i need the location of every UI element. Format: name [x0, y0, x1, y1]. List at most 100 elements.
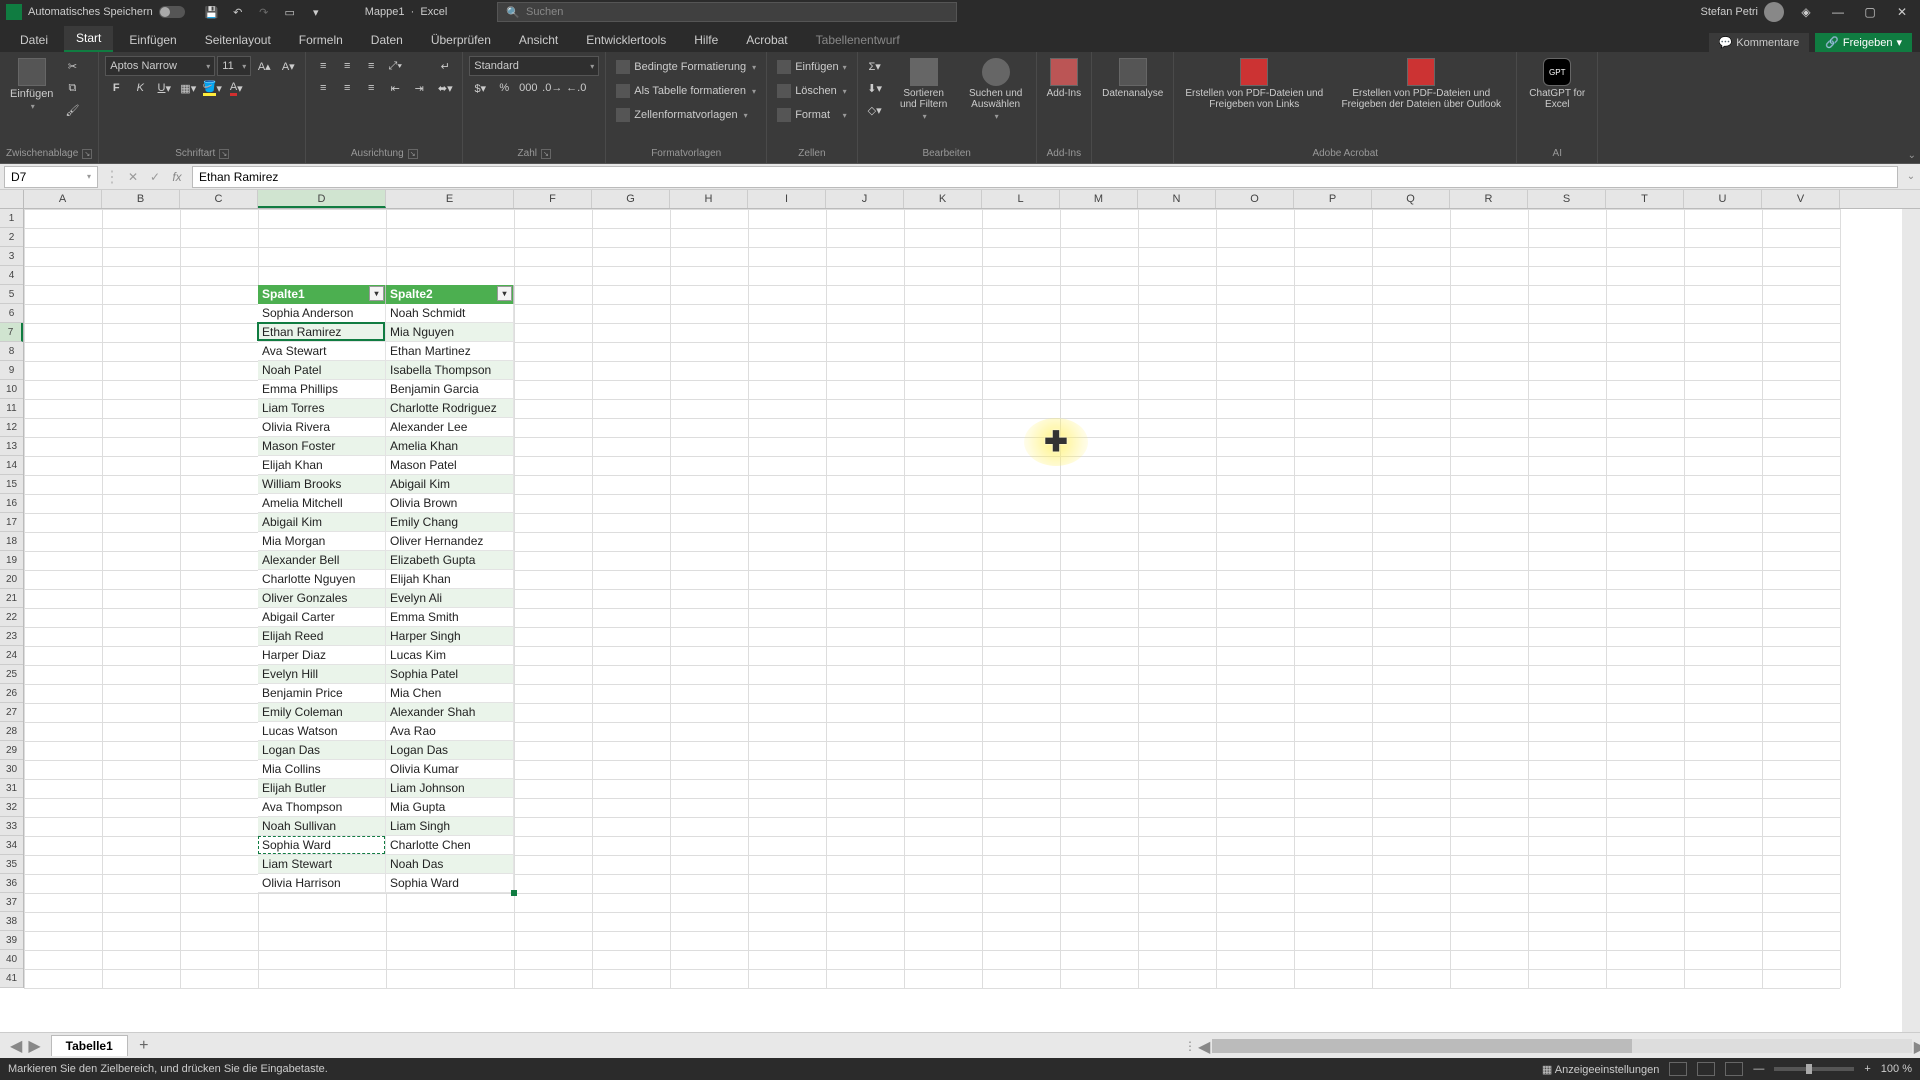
share-button[interactable]: 🔗 Freigeben ▾: [1815, 33, 1912, 52]
row-header[interactable]: 9: [0, 361, 23, 380]
table-cell[interactable]: Abigail Carter: [258, 608, 386, 627]
horizontal-scrollbar[interactable]: ◀ ▶: [1212, 1039, 1912, 1053]
spreadsheet-grid[interactable]: ABCDEFGHIJKLMNOPQRSTUV 12345678910111213…: [0, 190, 1920, 1032]
underline-icon[interactable]: U▾: [153, 78, 175, 98]
scroll-right-icon[interactable]: ▶: [1914, 1037, 1920, 1057]
ribbon-tab-formeln[interactable]: Formeln: [287, 28, 355, 52]
column-header[interactable]: V: [1762, 190, 1840, 208]
increase-decimal-icon[interactable]: .0→: [541, 78, 563, 98]
table-cell[interactable]: Olivia Brown: [386, 494, 514, 513]
vertical-scrollbar[interactable]: [1902, 209, 1920, 1032]
row-header[interactable]: 23: [0, 627, 23, 646]
sort-filter-button[interactable]: Sortieren und Filtern▾: [890, 56, 958, 123]
table-row[interactable]: Elijah KhanMason Patel: [258, 456, 514, 475]
table-row[interactable]: Olivia RiveraAlexander Lee: [258, 418, 514, 437]
format-painter-icon[interactable]: 🖌: [61, 100, 83, 120]
minimize-icon[interactable]: —: [1828, 2, 1848, 22]
column-header[interactable]: B: [102, 190, 180, 208]
column-header[interactable]: L: [982, 190, 1060, 208]
table-cell[interactable]: Evelyn Hill: [258, 665, 386, 684]
row-header[interactable]: 22: [0, 608, 23, 627]
table-cell[interactable]: Alexander Bell: [258, 551, 386, 570]
addins-button[interactable]: Add-Ins: [1043, 56, 1085, 101]
row-header[interactable]: 40: [0, 950, 23, 969]
table-row[interactable]: Mason FosterAmelia Khan: [258, 437, 514, 456]
row-header[interactable]: 33: [0, 817, 23, 836]
row-header[interactable]: 31: [0, 779, 23, 798]
filter-dropdown-icon[interactable]: ▾: [369, 286, 384, 301]
find-select-button[interactable]: Suchen und Auswählen▾: [962, 56, 1030, 123]
column-header[interactable]: O: [1216, 190, 1294, 208]
number-format-combo[interactable]: Standard▾: [469, 56, 599, 76]
autosum-icon[interactable]: Σ▾: [864, 56, 886, 76]
merge-center-icon[interactable]: ⬌▾: [434, 78, 456, 98]
font-color-icon[interactable]: A▾: [225, 78, 247, 98]
add-sheet-button[interactable]: +: [134, 1036, 154, 1056]
accounting-icon[interactable]: $▾: [469, 78, 491, 98]
table-cell[interactable]: Mia Chen: [386, 684, 514, 703]
table-row[interactable]: Benjamin PriceMia Chen: [258, 684, 514, 703]
table-cell[interactable]: William Brooks: [258, 475, 386, 494]
row-header[interactable]: 20: [0, 570, 23, 589]
row-header[interactable]: 41: [0, 969, 23, 988]
ribbon-tab-acrobat[interactable]: Acrobat: [734, 28, 799, 52]
table-row[interactable]: Olivia HarrisonSophia Ward: [258, 874, 514, 893]
table-cell[interactable]: Ethan Ramirez: [258, 323, 386, 342]
wrap-text-icon[interactable]: ↵: [434, 56, 456, 76]
table-cell[interactable]: Sophia Anderson: [258, 304, 386, 323]
ribbon-tab-ansicht[interactable]: Ansicht: [507, 28, 570, 52]
table-row[interactable]: Abigail CarterEmma Smith: [258, 608, 514, 627]
table-row[interactable]: Mia CollinsOlivia Kumar: [258, 760, 514, 779]
align-right-icon[interactable]: ≡: [360, 78, 382, 98]
row-header[interactable]: 11: [0, 399, 23, 418]
column-header[interactable]: T: [1606, 190, 1684, 208]
table-cell[interactable]: Elizabeth Gupta: [386, 551, 514, 570]
column-header[interactable]: H: [670, 190, 748, 208]
table-cell[interactable]: Emily Coleman: [258, 703, 386, 722]
table-cell[interactable]: Mia Gupta: [386, 798, 514, 817]
table-cell[interactable]: Elijah Butler: [258, 779, 386, 798]
row-header[interactable]: 12: [0, 418, 23, 437]
cell-styles-button[interactable]: Zellenformatvorlagen▾: [612, 104, 760, 126]
fill-color-icon[interactable]: 🪣▾: [201, 78, 223, 98]
table-row[interactable]: Emily ColemanAlexander Shah: [258, 703, 514, 722]
table-row[interactable]: Liam StewartNoah Das: [258, 855, 514, 874]
column-header[interactable]: S: [1528, 190, 1606, 208]
table-cell[interactable]: Abigail Kim: [386, 475, 514, 494]
table-cell[interactable]: Mia Collins: [258, 760, 386, 779]
table-cell[interactable]: Isabella Thompson: [386, 361, 514, 380]
percent-icon[interactable]: %: [493, 78, 515, 98]
table-cell[interactable]: Sophia Ward: [386, 874, 514, 893]
table-cell[interactable]: Noah Schmidt: [386, 304, 514, 323]
dialog-launcher-icon[interactable]: ↘: [408, 149, 418, 159]
row-header[interactable]: 35: [0, 855, 23, 874]
font-size-combo[interactable]: 11▾: [217, 56, 251, 76]
table-cell[interactable]: Charlotte Rodriguez: [386, 399, 514, 418]
conditional-formatting-button[interactable]: Bedingte Formatierung▾: [612, 56, 760, 78]
table-cell[interactable]: Charlotte Chen: [386, 836, 514, 855]
table-row[interactable]: Elijah ButlerLiam Johnson: [258, 779, 514, 798]
zoom-slider[interactable]: [1774, 1067, 1854, 1071]
italic-icon[interactable]: K: [129, 78, 151, 98]
row-headers[interactable]: 1234567891011121314151617181920212223242…: [0, 209, 24, 988]
select-all-corner[interactable]: [0, 190, 24, 208]
delete-cells-button[interactable]: Löschen▾: [773, 80, 850, 102]
decrease-font-icon[interactable]: A▾: [277, 56, 299, 76]
undo-icon[interactable]: ↶: [229, 3, 247, 21]
table-cell[interactable]: Elijah Khan: [386, 570, 514, 589]
table-cell[interactable]: Ava Stewart: [258, 342, 386, 361]
sheet-nav-prev-icon[interactable]: ◀: [10, 1036, 22, 1056]
column-header[interactable]: E: [386, 190, 514, 208]
table-row[interactable]: Ava ThompsonMia Gupta: [258, 798, 514, 817]
insert-cells-button[interactable]: Einfügen▾: [773, 56, 850, 78]
fill-icon[interactable]: ⬇▾: [864, 78, 886, 98]
row-header[interactable]: 21: [0, 589, 23, 608]
row-header[interactable]: 15: [0, 475, 23, 494]
table-cell[interactable]: Evelyn Ali: [386, 589, 514, 608]
table-row[interactable]: Abigail KimEmily Chang: [258, 513, 514, 532]
table-cell[interactable]: Elijah Reed: [258, 627, 386, 646]
align-bottom-icon[interactable]: ≡: [360, 56, 382, 76]
column-header[interactable]: P: [1294, 190, 1372, 208]
qat-dropdown-icon[interactable]: ▾: [307, 3, 325, 21]
table-cell[interactable]: Mia Morgan: [258, 532, 386, 551]
